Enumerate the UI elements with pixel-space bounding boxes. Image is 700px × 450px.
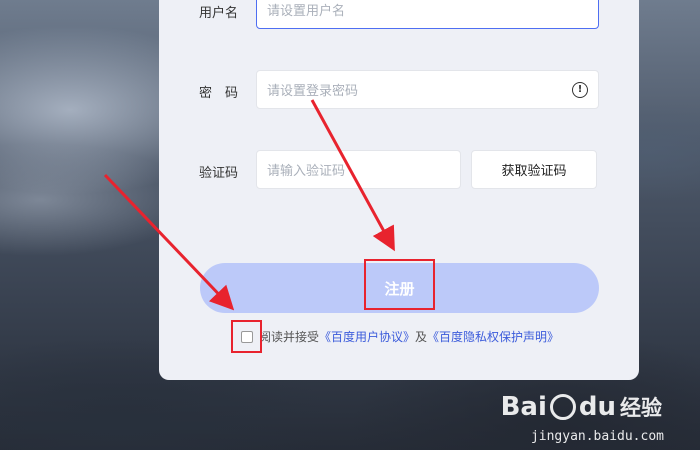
watermark-brand: Bai bbox=[500, 392, 547, 422]
watermark-site: 经验 bbox=[620, 396, 662, 420]
annotation-arrows bbox=[103, 99, 395, 311]
watermark-brand2: du bbox=[578, 392, 616, 422]
arrow-to-register bbox=[310, 99, 395, 252]
paw-icon bbox=[549, 394, 576, 420]
baidu-jingyan-logo: Bai du 经验 bbox=[501, 392, 662, 422]
arrow-to-checkbox bbox=[103, 173, 235, 311]
watermark-url: jingyan.baidu.com bbox=[530, 429, 664, 444]
